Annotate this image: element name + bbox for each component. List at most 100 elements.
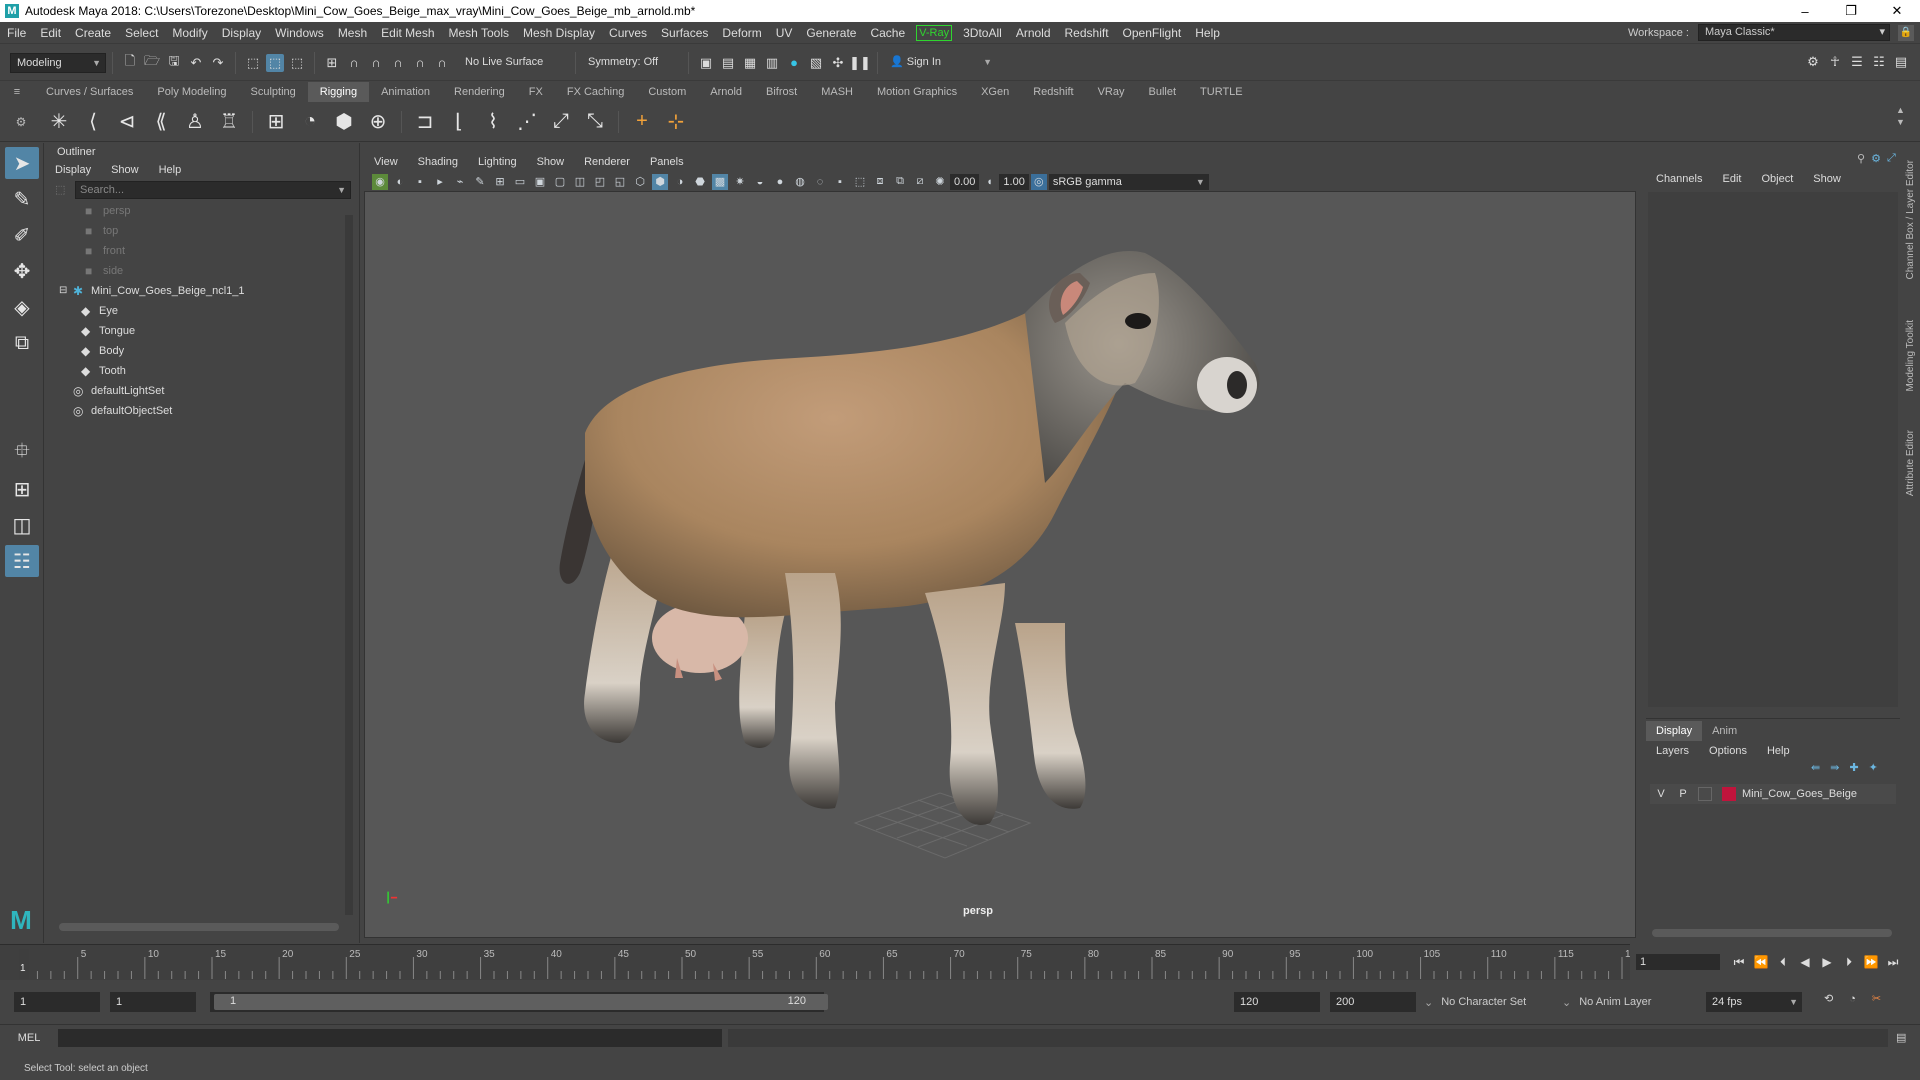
snap-curve-icon[interactable]: ∩ <box>345 54 363 72</box>
channel-box-menu-edit[interactable]: Edit <box>1712 168 1751 190</box>
outliner-item-body[interactable]: ◆ Body <box>45 341 359 361</box>
outliner-horizontal-scrollbar[interactable] <box>59 923 339 931</box>
tab-rigging[interactable]: Rigging <box>307 82 370 102</box>
render-view-icon[interactable]: ▧ <box>807 54 825 72</box>
menu-mesh-display[interactable]: Mesh Display <box>516 22 602 44</box>
channel-box-menu-channels[interactable]: Channels <box>1646 168 1712 190</box>
xray-icon[interactable]: ⧈ <box>872 174 888 190</box>
select-component-icon[interactable]: ⬚ <box>288 54 306 72</box>
tab-channel-box-layer-editor[interactable]: Channel Box / Layer Editor <box>1905 160 1916 280</box>
lattice-icon[interactable]: ⊕ <box>364 108 392 136</box>
playback-end-field[interactable]: 120 <box>1234 992 1320 1012</box>
tab-vray[interactable]: VRay <box>1086 82 1137 102</box>
two-view-layout-icon[interactable]: ◫ <box>5 509 39 541</box>
anti-aliasing-icon[interactable]: ◌ <box>812 174 828 190</box>
gate-mask-icon[interactable]: ▢ <box>552 174 568 190</box>
ambient-occlusion-icon[interactable]: ● <box>772 174 788 190</box>
menu-display[interactable]: Display <box>215 22 268 44</box>
quick-rig-icon[interactable]: ♙ <box>181 108 209 136</box>
outliner-vertical-scrollbar[interactable] <box>345 215 353 915</box>
humanik-icon[interactable]: ♖ <box>215 108 243 136</box>
open-scene-icon[interactable]: 🗁 <box>143 53 161 72</box>
tab-poly-modeling[interactable]: Poly Modeling <box>145 82 238 102</box>
ik-handle-icon[interactable]: ⊐ <box>411 108 439 136</box>
layer-row[interactable]: V P Mini_Cow_Goes_Beige <box>1650 784 1896 804</box>
redo-icon[interactable]: ↷ <box>209 54 227 72</box>
color-space-dropdown[interactable]: sRGB gamma ▼ <box>1048 173 1209 190</box>
current-frame-field[interactable]: 1 <box>1636 954 1720 970</box>
grid-icon[interactable]: ⊞ <box>492 174 508 190</box>
menu-edit[interactable]: Edit <box>33 22 68 44</box>
render-sequence-icon[interactable]: ▤ <box>719 54 737 72</box>
resolution-gate-icon[interactable]: ▣ <box>532 174 548 190</box>
single-perspective-view-icon[interactable]: ⯐ <box>5 437 39 469</box>
shadows-icon[interactable]: ◒ <box>752 174 768 190</box>
blend-shape-icon[interactable]: ⋰ <box>513 108 541 136</box>
command-input[interactable] <box>58 1028 722 1047</box>
tab-fx-caching[interactable]: FX Caching <box>555 82 636 102</box>
motion-blur-icon[interactable]: ◍ <box>792 174 808 190</box>
select-tool-icon[interactable]: ➤ <box>5 147 39 179</box>
menu-uv[interactable]: UV <box>769 22 800 44</box>
menu-3dtoall[interactable]: 3DtoAll <box>956 22 1009 44</box>
mirror-joint-icon[interactable]: ⊲ <box>113 108 141 136</box>
menu-deform[interactable]: Deform <box>715 22 768 44</box>
grease-pencil-icon[interactable]: ✎ <box>472 174 488 190</box>
minimize-button[interactable]: – <box>1782 0 1828 22</box>
xray-joints-icon[interactable]: ⧉ <box>892 174 908 190</box>
outliner-item-front[interactable]: ■ front <box>45 241 359 261</box>
workspace-dropdown[interactable]: Maya Classic* ▾ <box>1698 24 1890 41</box>
auto-key-icon[interactable]: ◔ <box>1849 993 1856 1005</box>
menu-cache[interactable]: Cache <box>863 22 912 44</box>
step-forward-frame-icon[interactable]: ⏵ <box>1839 952 1859 972</box>
fps-dropdown[interactable]: 24 fps ▼ <box>1706 992 1802 1012</box>
range-slider[interactable]: 1 120 <box>210 992 828 1012</box>
outliner-menu-help[interactable]: Help <box>149 161 192 179</box>
viewport-menu-lighting[interactable]: Lighting <box>468 152 527 172</box>
mode-dropdown[interactable]: Modeling ▼ <box>10 52 106 73</box>
menu-create[interactable]: Create <box>68 22 118 44</box>
undo-icon[interactable]: ↶ <box>187 54 205 72</box>
outliner-menu-display[interactable]: Display <box>45 161 101 179</box>
outliner-item-top[interactable]: ■ top <box>45 221 359 241</box>
step-back-frame-icon[interactable]: ⏴ <box>1773 952 1793 972</box>
lock-icon[interactable]: 🔒 <box>1898 25 1914 41</box>
menu-file[interactable]: File <box>0 22 33 44</box>
menu-select[interactable]: Select <box>118 22 165 44</box>
layer-menu-options[interactable]: Options <box>1699 741 1757 761</box>
menu-surfaces[interactable]: Surfaces <box>654 22 715 44</box>
safe-title-icon[interactable]: ◱ <box>612 174 628 190</box>
step-forward-key-icon[interactable]: ⏩ <box>1861 952 1881 972</box>
pause-render-icon[interactable]: ❚❚ <box>849 54 871 72</box>
scale-tool-icon[interactable]: ⧉ <box>5 327 39 359</box>
outliner-item-objectset[interactable]: ◎ defaultObjectSet <box>45 401 359 421</box>
close-button[interactable]: ✕ <box>1874 0 1920 22</box>
camera-attributes-icon[interactable]: ◐ <box>392 174 408 190</box>
tab-sculpting[interactable]: Sculpting <box>239 82 308 102</box>
channel-box-icon[interactable]: ▤ <box>1892 53 1910 71</box>
exposure-icon[interactable]: ✺ <box>932 174 948 190</box>
outliner-item-tooth[interactable]: ◆ Tooth <box>45 361 359 381</box>
xray-components-icon[interactable]: ⧄ <box>912 174 928 190</box>
wireframe-on-shaded-icon[interactable]: ⬣ <box>692 174 708 190</box>
channel-box-menu-object[interactable]: Object <box>1751 168 1803 190</box>
viewport[interactable]: ┃━ persp <box>364 152 1636 938</box>
gamma-field[interactable]: 1.00 <box>999 173 1029 190</box>
tab-mash[interactable]: MASH <box>809 82 865 102</box>
menu-redshift[interactable]: Redshift <box>1058 22 1116 44</box>
paint-weights-icon[interactable]: ⬢ <box>330 108 358 136</box>
layer-display-type[interactable] <box>1698 787 1712 801</box>
animation-end-field[interactable]: 200 <box>1330 992 1416 1012</box>
menu-windows[interactable]: Windows <box>268 22 331 44</box>
tab-bullet[interactable]: Bullet <box>1137 82 1189 102</box>
script-language-toggle[interactable]: MEL <box>0 1032 58 1044</box>
anim-layer-dropdown[interactable]: ⌄ No Anim Layer <box>1562 992 1651 1012</box>
step-back-key-icon[interactable]: ⏪ <box>1751 952 1771 972</box>
tab-fx[interactable]: FX <box>517 82 555 102</box>
wrap-deformer-icon[interactable]: ⤡ <box>581 108 609 136</box>
point-constraint-icon[interactable]: ⊹ <box>662 108 690 136</box>
hypershade-icon[interactable]: ● <box>785 54 803 72</box>
tab-xgen[interactable]: XGen <box>969 82 1021 102</box>
modeling-toolkit-icon[interactable]: ⚙ <box>1804 53 1822 71</box>
tab-custom[interactable]: Custom <box>636 82 698 102</box>
